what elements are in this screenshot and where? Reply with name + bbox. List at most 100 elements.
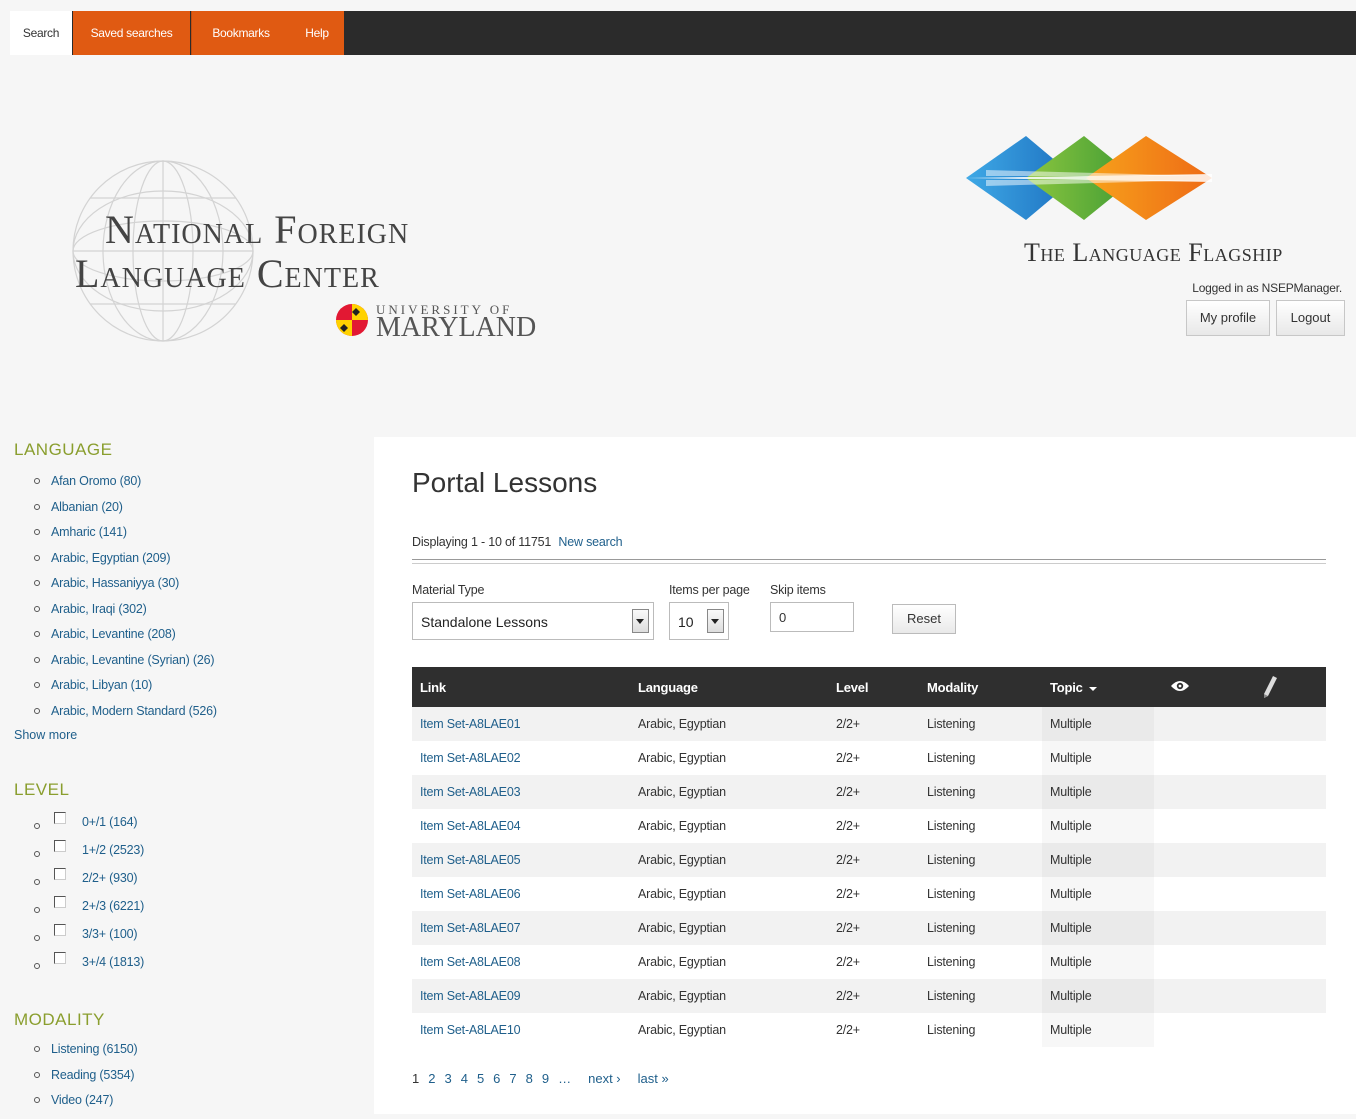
items-per-page-select[interactable]: 10 [669,602,729,640]
item-link[interactable]: Item Set-A8LAE08 [420,955,521,969]
language-cell: Arabic, Egyptian [638,1023,726,1037]
modality-cell: Listening [927,717,976,731]
level-label: 3+/4 (1813) [82,955,145,969]
level-checkbox[interactable] [54,840,66,852]
my-profile-button[interactable]: My profile [1186,300,1270,336]
topic-cell: Multiple [1050,887,1092,901]
topic-cell: Multiple [1050,1023,1092,1037]
level-cell: 2/2+ [836,717,860,731]
column-header-topic[interactable]: Topic [1050,667,1097,709]
language-facet-item[interactable]: Arabic, Hassaniyya (30) [34,576,217,602]
eye-icon[interactable] [1170,679,1190,693]
sort-caret-icon [1088,686,1097,691]
column-header-link[interactable]: Link [420,667,446,709]
level-cell: 2/2+ [836,1023,860,1037]
topic-cell: Multiple [1050,819,1092,833]
top-nav-bar: Search Saved searches Bookmarks Help [10,11,1356,55]
flagship-title: The Language Flagship [1024,238,1283,267]
show-more-link[interactable]: Show more [14,728,77,742]
level-facet-list: 0+/1 (164) 1+/2 (2523) 2/2+ (930) 2+/3 (… [34,812,144,983]
level-checkbox[interactable] [54,896,66,908]
modality-facet-item[interactable]: Listening (6150) [34,1042,138,1068]
logout-button[interactable]: Logout [1276,300,1345,336]
language-facet-item[interactable]: Arabic, Levantine (208) [34,627,217,653]
item-link[interactable]: Item Set-A8LAE09 [420,989,521,1003]
item-link[interactable]: Item Set-A8LAE02 [420,751,521,765]
language-facet-item[interactable]: Amharic (141) [34,525,217,551]
language-facet-list: Afan Oromo (80) Albanian (20) Amharic (1… [34,474,217,729]
column-header-modality[interactable]: Modality [927,667,978,709]
table-row: Item Set-A8LAE05 Arabic, Egyptian 2/2+ List… [412,843,1326,877]
bullet-icon [34,935,40,941]
facet-title-language: LANGUAGE [14,440,113,459]
modality-cell: Listening [927,1023,976,1037]
language-cell: Arabic, Egyptian [638,921,726,935]
reset-button[interactable]: Reset [892,604,956,634]
results-table: Link Language Level Modality Topic Item … [412,667,1326,1047]
topic-cell: Multiple [1050,751,1092,765]
table-row: Item Set-A8LAE09 Arabic, Egyptian 2/2+ List… [412,979,1326,1013]
item-link[interactable]: Item Set-A8LAE07 [420,921,521,935]
level-checkbox[interactable] [54,952,66,964]
page-link[interactable]: 8 [526,1071,533,1086]
skip-items-input[interactable]: 0 [770,602,854,632]
modality-cell: Listening [927,751,976,765]
language-cell: Arabic, Egyptian [638,751,726,765]
topic-cell: Multiple [1050,989,1092,1003]
page-link[interactable]: 4 [461,1071,468,1086]
level-checkbox[interactable] [54,868,66,880]
language-facet-item[interactable]: Afan Oromo (80) [34,474,217,500]
material-type-value: Standalone Lessons [421,614,548,630]
level-checkbox[interactable] [54,812,66,824]
modality-facet-item[interactable]: Video (247) [34,1093,137,1119]
modality-facet-item[interactable]: Reading (5354) [34,1068,137,1094]
chevron-down-icon [707,609,724,633]
item-link[interactable]: Item Set-A8LAE03 [420,785,521,799]
item-link[interactable]: Item Set-A8LAE04 [420,819,521,833]
umd-seal-icon [336,304,368,336]
column-header-language[interactable]: Language [638,667,698,709]
table-header: Link Language Level Modality Topic [412,667,1326,707]
page-last-link[interactable]: last » [638,1071,669,1086]
pencil-icon[interactable] [1262,675,1278,699]
tab-help[interactable]: Help [290,11,344,55]
item-link[interactable]: Item Set-A8LAE05 [420,853,521,867]
page-link[interactable]: 3 [444,1071,451,1086]
item-link[interactable]: Item Set-A8LAE01 [420,717,521,731]
bullet-icon [34,631,40,637]
new-search-link[interactable]: New search [558,535,622,549]
tab-search[interactable]: Search [10,11,72,55]
page-next-link[interactable]: next › [588,1071,621,1086]
language-facet-item[interactable]: Arabic, Egyptian (209) [34,551,217,577]
bullet-icon [34,503,40,510]
modality-cell: Listening [927,853,976,867]
item-link[interactable]: Item Set-A8LAE06 [420,887,521,901]
level-cell: 2/2+ [836,819,860,833]
page-link[interactable]: 5 [477,1071,484,1086]
page-link[interactable]: 9 [542,1071,549,1086]
material-type-label: Material Type [412,583,485,597]
language-facet-item[interactable]: Albanian (20) [34,500,217,526]
tab-bookmarks[interactable]: Bookmarks [191,11,290,55]
language-facet-item[interactable]: Arabic, Libyan (10) [34,678,217,704]
language-facet-item[interactable]: Arabic, Modern Standard (526) [34,704,217,730]
page-link[interactable]: 2 [428,1071,435,1086]
column-header-level[interactable]: Level [836,667,868,709]
language-facet-item[interactable]: Arabic, Levantine (Syrian) (26) [34,653,217,679]
page-link[interactable]: 6 [493,1071,500,1086]
nflc-title-line2: Language Center [75,251,380,296]
table-body: Item Set-A8LAE01 Arabic, Egyptian 2/2+ List… [412,707,1326,1047]
page-link[interactable]: 7 [509,1071,516,1086]
modality-cell: Listening [927,887,976,901]
material-type-select[interactable]: Standalone Lessons [412,602,654,640]
bullet-icon [34,879,40,885]
item-link[interactable]: Item Set-A8LAE10 [420,1023,521,1037]
language-facet-item[interactable]: Arabic, Iraqi (302) [34,602,217,628]
table-row: Item Set-A8LAE10 Arabic, Egyptian 2/2+ List… [412,1013,1326,1047]
level-checkbox[interactable] [54,924,66,936]
tab-saved-searches[interactable]: Saved searches [73,11,190,55]
level-cell: 2/2+ [836,921,860,935]
page-link: … [558,1071,572,1086]
topic-cell: Multiple [1050,921,1092,935]
modality-facet-list: Listening (6150) Reading (5354) Video (2… [34,1042,138,1119]
